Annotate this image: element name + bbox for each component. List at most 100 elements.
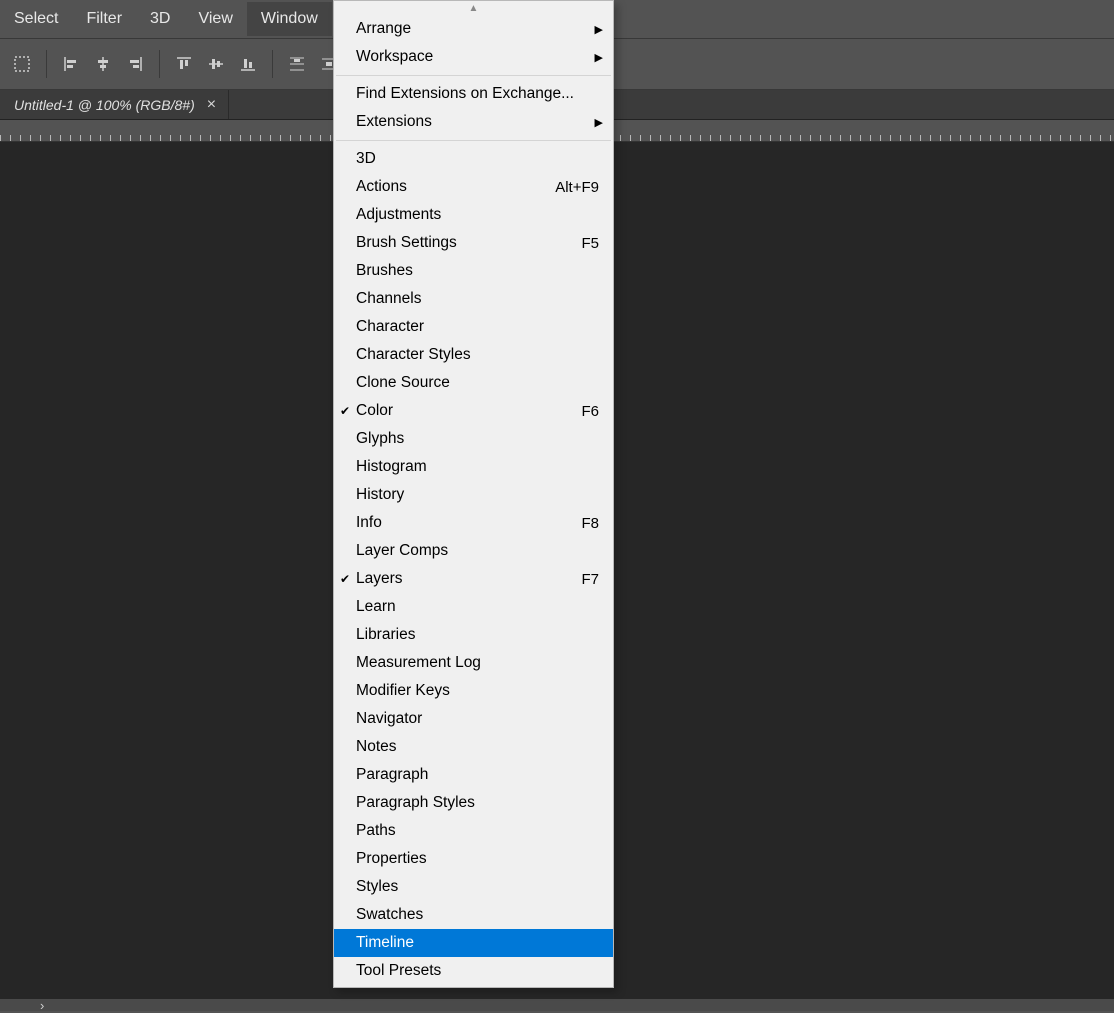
menu-item-shortcut: F7 xyxy=(581,571,599,588)
align-left-icon[interactable] xyxy=(55,48,87,80)
menu-item-label: Libraries xyxy=(356,626,599,644)
align-center-h-icon[interactable] xyxy=(87,48,119,80)
menu-item-learn[interactable]: Learn xyxy=(334,593,613,621)
ruler-tick-minor xyxy=(1020,135,1021,141)
menu-item-label: Info xyxy=(356,514,581,532)
ruler-tick-minor xyxy=(790,135,791,141)
menu-item-find-extensions-on-exchange[interactable]: Find Extensions on Exchange... xyxy=(334,80,613,108)
ruler-tick-minor xyxy=(320,135,321,141)
menu-item-modifier-keys[interactable]: Modifier Keys xyxy=(334,677,613,705)
menu-item-layers[interactable]: ✔LayersF7 xyxy=(334,565,613,593)
menu-item-label: Paragraph Styles xyxy=(356,794,599,812)
menu-item-label: Modifier Keys xyxy=(356,682,599,700)
menu-item-arrange[interactable]: Arrange▶ xyxy=(334,15,613,43)
ruler-tick-minor xyxy=(170,135,171,141)
ruler-tick-minor xyxy=(180,135,181,141)
menu-item-label: History xyxy=(356,486,599,504)
document-tab[interactable]: Untitled-1 @ 100% (RGB/8#) × xyxy=(0,90,229,119)
align-bottom-icon[interactable] xyxy=(232,48,264,80)
menu-item-label: Brush Settings xyxy=(356,234,581,252)
submenu-arrow-icon: ▶ xyxy=(595,23,603,36)
menu-item-glyphs[interactable]: Glyphs xyxy=(334,425,613,453)
ruler-tick-minor xyxy=(260,135,261,141)
menu-item-paragraph[interactable]: Paragraph xyxy=(334,761,613,789)
menu-item-shortcut: Alt+F9 xyxy=(555,179,599,196)
menu-item-history[interactable]: History xyxy=(334,481,613,509)
align-top-icon[interactable] xyxy=(168,48,200,80)
ruler-tick-minor xyxy=(940,135,941,141)
menu-window[interactable]: Window xyxy=(247,2,332,36)
menu-item-color[interactable]: ✔ColorF6 xyxy=(334,397,613,425)
separator xyxy=(46,50,47,78)
menu-filter[interactable]: Filter xyxy=(72,2,136,36)
menu-item-label: Character xyxy=(356,318,599,336)
ruler-tick-minor xyxy=(830,135,831,141)
align-right-icon[interactable] xyxy=(119,48,151,80)
menu-item-notes[interactable]: Notes xyxy=(334,733,613,761)
menu-item-character[interactable]: Character xyxy=(334,313,613,341)
status-bar: › xyxy=(0,999,1114,1011)
menu-item-label: Extensions xyxy=(356,113,599,131)
menu-item-label: Styles xyxy=(356,878,599,896)
ruler-tick-minor xyxy=(0,135,1,141)
ruler-tick-minor xyxy=(690,135,691,141)
menu-view[interactable]: View xyxy=(184,2,246,36)
ruler-tick-minor xyxy=(110,135,111,141)
menu-item-layer-comps[interactable]: Layer Comps xyxy=(334,537,613,565)
menu-item-label: Timeline xyxy=(356,934,599,952)
menu-item-workspace[interactable]: Workspace▶ xyxy=(334,43,613,71)
close-icon[interactable]: × xyxy=(207,96,216,114)
marquee-tool-icon[interactable] xyxy=(6,48,38,80)
menu-item-properties[interactable]: Properties xyxy=(334,845,613,873)
align-center-v-icon[interactable] xyxy=(200,48,232,80)
ruler-tick-minor xyxy=(890,135,891,141)
menu-item-brushes[interactable]: Brushes xyxy=(334,257,613,285)
menu-item-label: Measurement Log xyxy=(356,654,599,672)
menu-item-label: Swatches xyxy=(356,906,599,924)
ruler-tick-minor xyxy=(220,135,221,141)
menu-item-label: Workspace xyxy=(356,48,599,66)
menu-item-actions[interactable]: ActionsAlt+F9 xyxy=(334,173,613,201)
ruler-tick-minor xyxy=(190,135,191,141)
menu-item-brush-settings[interactable]: Brush SettingsF5 xyxy=(334,229,613,257)
menu-select[interactable]: Select xyxy=(0,2,72,36)
menu-item-navigator[interactable]: Navigator xyxy=(334,705,613,733)
ruler-tick-minor xyxy=(670,135,671,141)
menu-item-timeline[interactable]: Timeline xyxy=(334,929,613,957)
menu-item-clone-source[interactable]: Clone Source xyxy=(334,369,613,397)
chevron-right-icon[interactable]: › xyxy=(40,998,44,1013)
menu-item-paragraph-styles[interactable]: Paragraph Styles xyxy=(334,789,613,817)
menu-item-histogram[interactable]: Histogram xyxy=(334,453,613,481)
menu-item-swatches[interactable]: Swatches xyxy=(334,901,613,929)
menu-item-libraries[interactable]: Libraries xyxy=(334,621,613,649)
menu-item-styles[interactable]: Styles xyxy=(334,873,613,901)
ruler-tick-minor xyxy=(40,135,41,141)
menu-3d[interactable]: 3D xyxy=(136,2,184,36)
ruler-tick-minor xyxy=(800,135,801,141)
menu-item-paths[interactable]: Paths xyxy=(334,817,613,845)
ruler-tick-minor xyxy=(70,135,71,141)
menu-item-character-styles[interactable]: Character Styles xyxy=(334,341,613,369)
ruler-tick-minor xyxy=(880,135,881,141)
menu-item-channels[interactable]: Channels xyxy=(334,285,613,313)
menu-item-adjustments[interactable]: Adjustments xyxy=(334,201,613,229)
menu-item-measurement-log[interactable]: Measurement Log xyxy=(334,649,613,677)
menu-item-extensions[interactable]: Extensions▶ xyxy=(334,108,613,136)
menu-item-label: Actions xyxy=(356,178,555,196)
ruler-tick-minor xyxy=(870,135,871,141)
distribute-top-icon[interactable] xyxy=(281,48,313,80)
menu-item-tool-presets[interactable]: Tool Presets xyxy=(334,957,613,985)
ruler-tick-minor xyxy=(700,135,701,141)
ruler-tick-minor xyxy=(250,135,251,141)
separator xyxy=(272,50,273,78)
menu-item-label: Adjustments xyxy=(356,206,599,224)
menu-item-3d[interactable]: 3D xyxy=(334,145,613,173)
menu-item-label: Find Extensions on Exchange... xyxy=(356,85,599,103)
menu-item-info[interactable]: InfoF8 xyxy=(334,509,613,537)
menu-item-label: Arrange xyxy=(356,20,599,38)
ruler-tick-minor xyxy=(230,135,231,141)
ruler-tick-minor xyxy=(1070,135,1071,141)
menu-item-label: Learn xyxy=(356,598,599,616)
scroll-up-arrow-icon[interactable]: ▲ xyxy=(334,1,613,15)
ruler-tick-minor xyxy=(840,135,841,141)
